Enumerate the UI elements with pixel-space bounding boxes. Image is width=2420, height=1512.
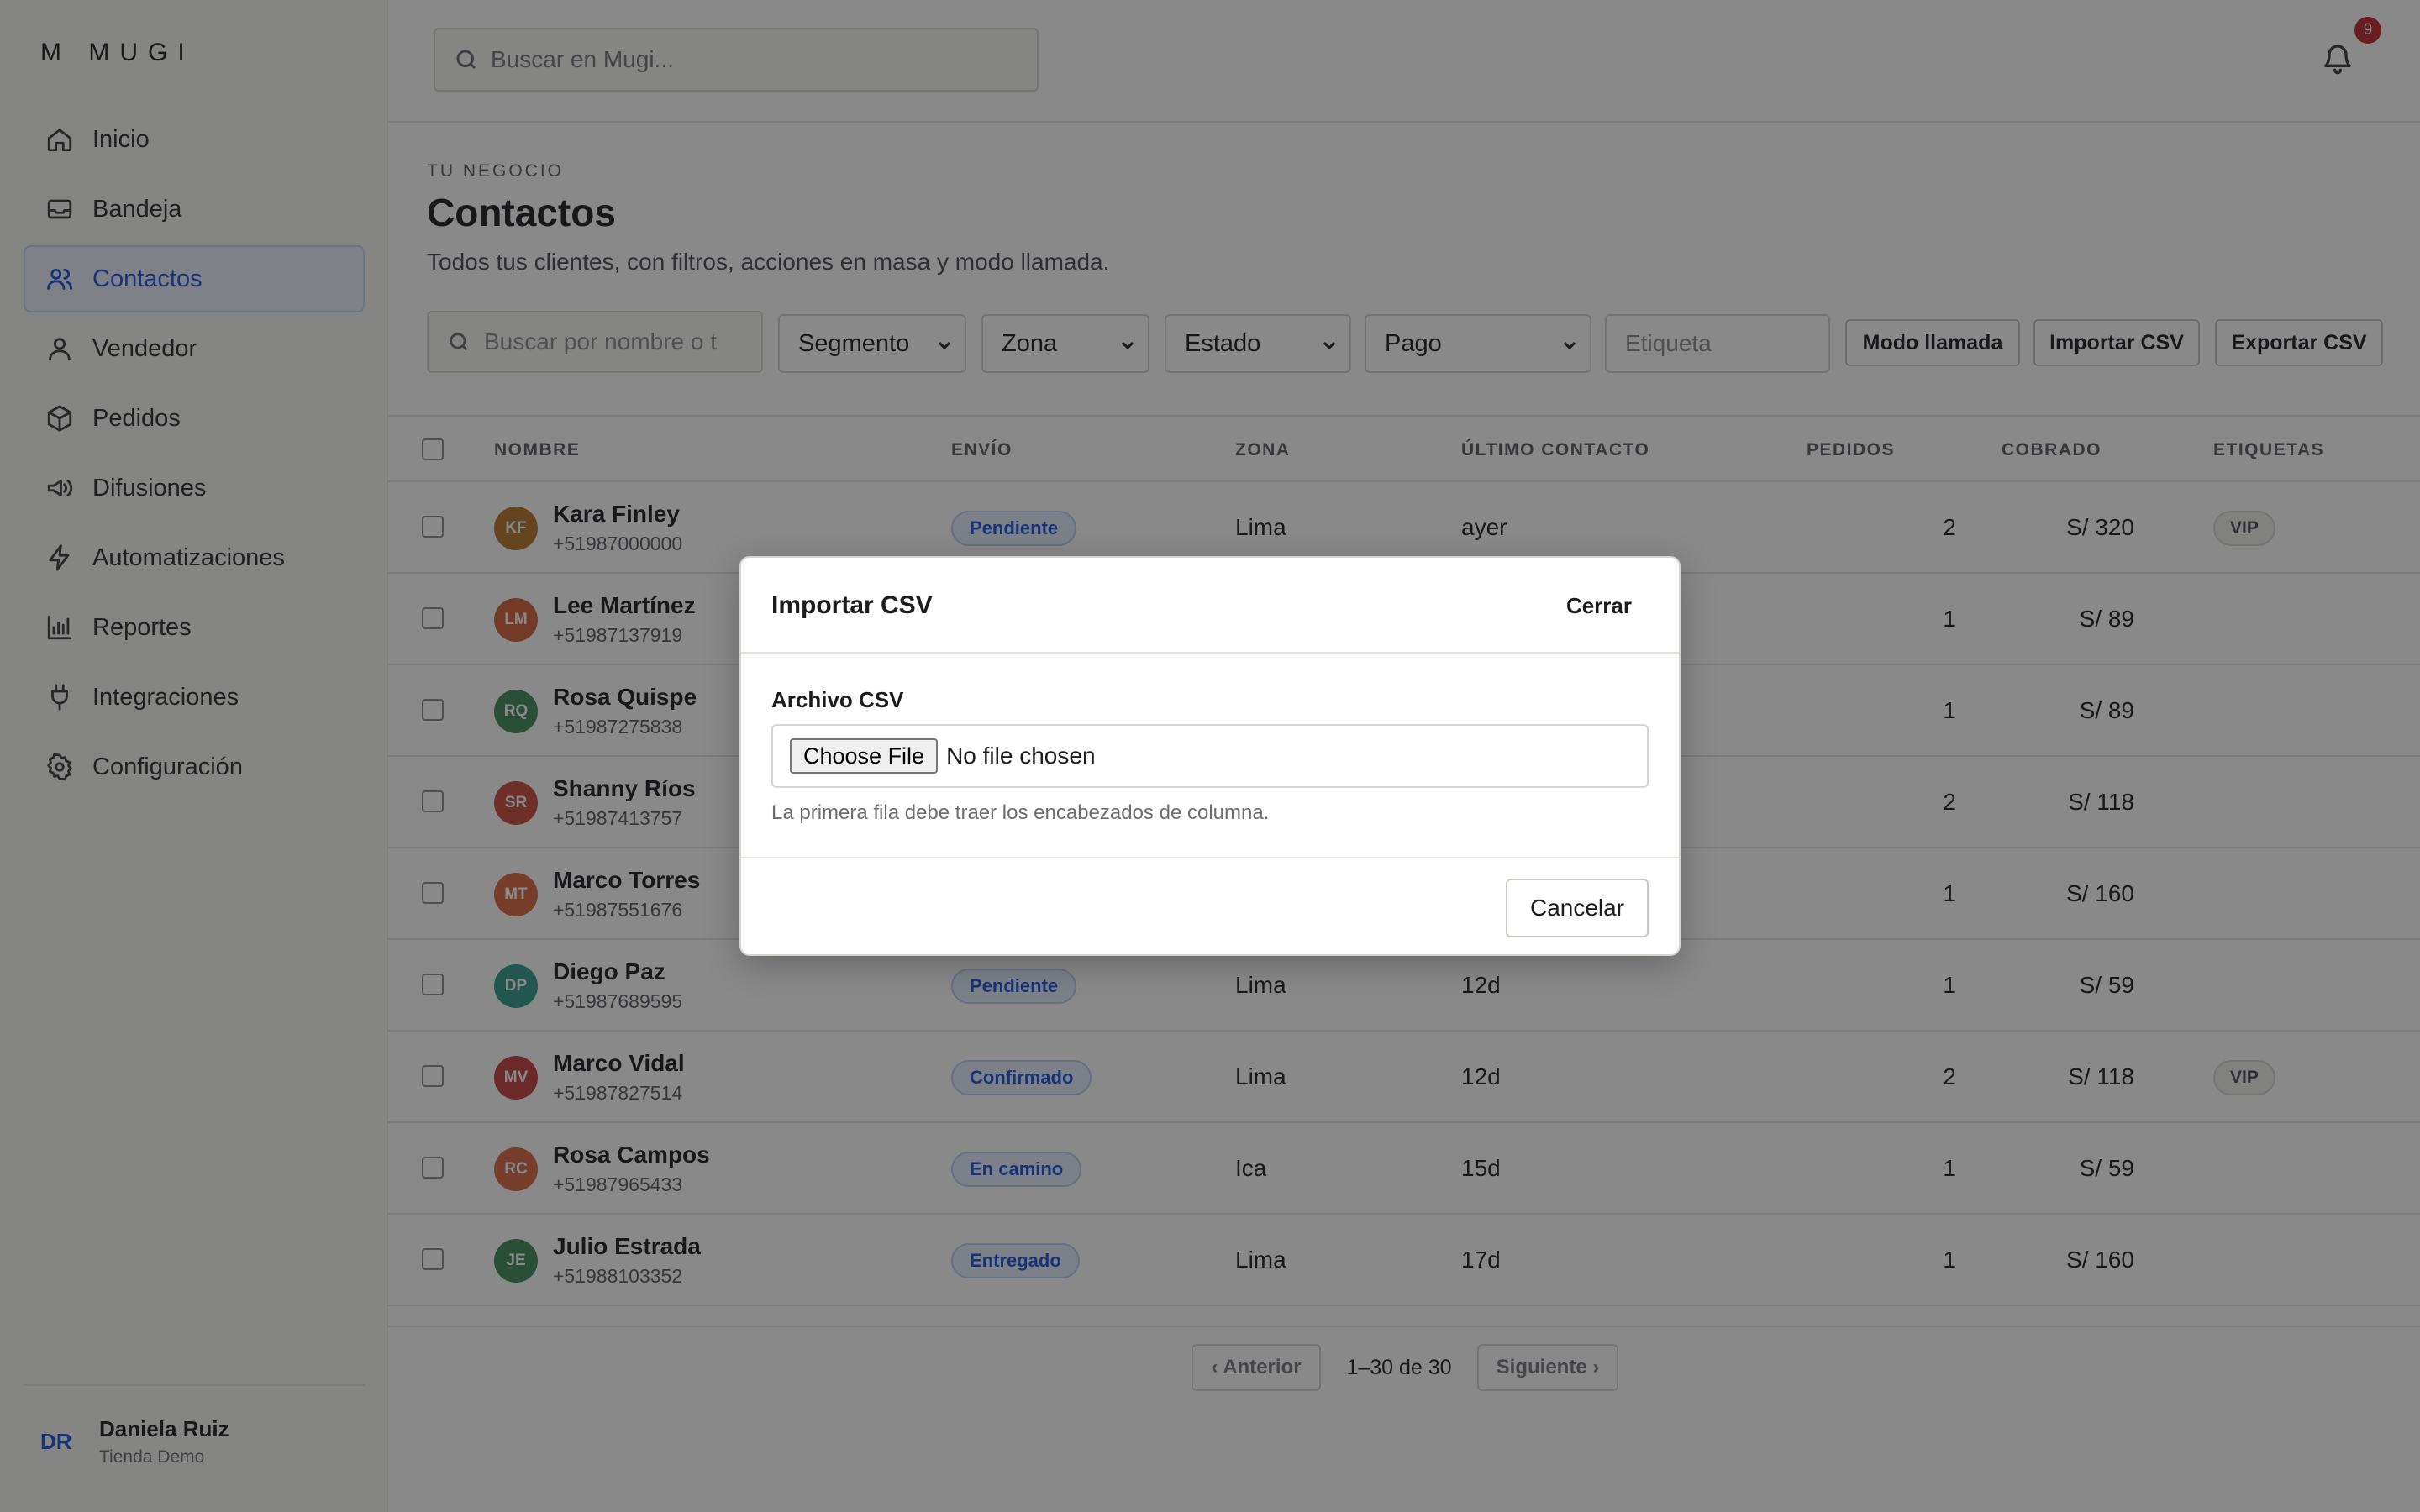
cancel-button[interactable]: Cancelar	[1506, 879, 1649, 937]
file-status: No file chosen	[946, 743, 1096, 769]
file-help-text: La primera fila debe traer los encabezad…	[771, 801, 1270, 824]
file-field-label: Archivo CSV	[771, 687, 904, 712]
dialog-title: Importar CSV	[771, 591, 933, 619]
import-csv-dialog: Importar CSV Cerrar Archivo CSV Choose F…	[739, 556, 1681, 956]
dialog-header: Importar CSV Cerrar	[741, 558, 1679, 654]
csv-file-input[interactable]: Choose File No file chosen	[771, 724, 1649, 788]
dialog-footer-divider	[741, 857, 1679, 858]
close-dialog-button[interactable]: Cerrar	[1551, 588, 1647, 623]
choose-file-button[interactable]: Choose File	[790, 738, 939, 774]
